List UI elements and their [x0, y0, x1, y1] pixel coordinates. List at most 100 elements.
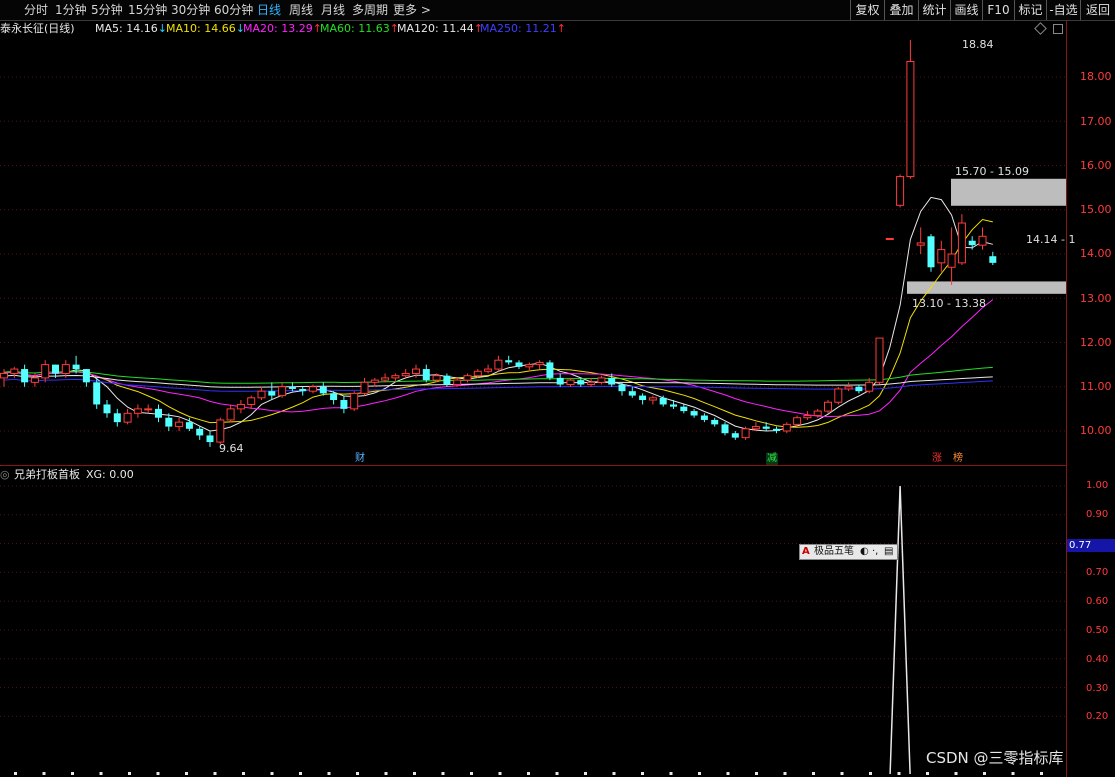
- watermark: CSDN @三零指标库: [926, 749, 1064, 767]
- y-tick: 13.00: [1080, 292, 1112, 305]
- candle-body: [257, 390, 266, 399]
- baseline-dot: [413, 772, 416, 775]
- candle-body: [453, 379, 462, 386]
- candle-body: [618, 384, 626, 392]
- candle-body: [216, 419, 225, 443]
- kline-chart[interactable]: [0, 0, 1066, 777]
- baseline-dot: [185, 772, 188, 775]
- candle-body: [834, 388, 843, 403]
- candle-body: [432, 375, 441, 381]
- ime-label[interactable]: 极品五笔: [814, 545, 854, 559]
- candle-body: [773, 428, 780, 431]
- candle-body: [21, 369, 29, 383]
- candle-body: [957, 222, 966, 264]
- event-tag-list[interactable]: 榜: [952, 453, 964, 465]
- candle-body: [875, 337, 884, 383]
- candle-body: [896, 176, 905, 206]
- candle-body: [989, 256, 997, 263]
- baseline-dot: [441, 772, 445, 775]
- zone-upper-label: 15.70 - 15.09: [955, 165, 1029, 178]
- baseline-dot: [555, 772, 559, 775]
- sub-current-value: 0.77: [1067, 539, 1115, 552]
- candle-body: [72, 364, 80, 370]
- candle-body: [330, 393, 338, 401]
- baseline-dot: [99, 772, 103, 775]
- baseline-dot: [726, 772, 730, 775]
- keyboard-icon[interactable]: ▤: [884, 545, 893, 559]
- candle-body: [319, 386, 327, 394]
- candle-body: [196, 428, 204, 436]
- candle-body: [165, 417, 173, 427]
- candle-body: [113, 413, 121, 423]
- candle-body: [350, 392, 359, 410]
- event-tag-reduce[interactable]: 减: [766, 453, 778, 465]
- price-axis-line: [1066, 20, 1067, 777]
- candle-body: [381, 377, 390, 381]
- candle-body: [546, 362, 554, 378]
- candle-body: [751, 426, 760, 430]
- candle-body: [741, 428, 750, 439]
- baseline-dot: [384, 772, 388, 775]
- sub-y-tick: 0.70: [1086, 567, 1109, 578]
- punct-icon[interactable]: ·,: [872, 545, 878, 559]
- candle-body: [639, 395, 647, 401]
- candle-body: [824, 401, 832, 412]
- candle-body: [782, 423, 791, 432]
- baseline-dot: [840, 772, 844, 775]
- sub-y-tick: 0.40: [1086, 654, 1109, 665]
- candle-body: [144, 408, 153, 411]
- candle-body: [175, 421, 184, 428]
- y-tick: 11.00: [1080, 380, 1112, 393]
- candle-body: [61, 364, 70, 374]
- candle-body: [185, 422, 193, 429]
- baseline-dot: [869, 772, 872, 775]
- candle-body: [762, 426, 770, 429]
- candle-body: [463, 375, 472, 381]
- candle-body: [628, 391, 636, 396]
- last-price-label: 14.14 - 1: [1026, 233, 1076, 246]
- baseline-dot: [783, 772, 787, 775]
- candle-body: [947, 253, 956, 268]
- candle-body: [885, 238, 894, 241]
- candle-body: [473, 370, 482, 377]
- baseline-dot: [1040, 772, 1043, 775]
- baseline-dot: [698, 772, 701, 775]
- baseline-dot: [669, 772, 673, 775]
- candle-body: [52, 364, 59, 374]
- event-tag-finance[interactable]: 财: [354, 453, 366, 465]
- candle-body: [690, 411, 698, 416]
- candle-body: [648, 397, 657, 401]
- candle-body: [505, 360, 513, 363]
- back-button[interactable]: 返回: [1080, 0, 1115, 20]
- sub-y-tick: 0.60: [1086, 596, 1109, 607]
- baseline-dot: [812, 772, 815, 775]
- baseline-dot: [156, 772, 160, 775]
- candle-body: [370, 379, 379, 383]
- zone-lower-label: 13.10 - 13.38: [912, 297, 986, 310]
- baseline-dot: [270, 772, 274, 775]
- candle-body: [278, 386, 287, 397]
- sub-y-tick: 0.30: [1086, 683, 1109, 694]
- candle-body: [515, 362, 523, 367]
- indicator-toggle-icon[interactable]: ◎: [0, 467, 10, 483]
- sub-indicator-xg: XG: 0.00: [86, 468, 134, 481]
- candle-body: [587, 381, 596, 386]
- baseline-dot: [897, 772, 901, 775]
- candle-body: [41, 364, 50, 379]
- candle-body: [608, 377, 616, 385]
- sub-y-tick: 0.20: [1086, 711, 1109, 722]
- candle-body: [577, 380, 585, 385]
- sub-indicator-name[interactable]: 兄弟打板首板: [14, 467, 80, 483]
- ime-toolbar[interactable]: A 极品五笔 ◐ ·, ▤: [799, 544, 898, 560]
- y-tick: 14.00: [1080, 247, 1112, 260]
- candle-body: [309, 386, 317, 392]
- baseline-dot: [498, 772, 502, 775]
- baseline-dot: [983, 772, 986, 775]
- moon-icon[interactable]: ◐: [860, 545, 869, 559]
- candle-body: [268, 391, 276, 396]
- candle-body: [813, 410, 822, 417]
- ime-logo-icon[interactable]: A: [802, 545, 810, 559]
- ma5-line: [3, 196, 993, 432]
- event-tag-limit-up[interactable]: 涨: [931, 453, 943, 465]
- baseline-dot: [299, 772, 302, 775]
